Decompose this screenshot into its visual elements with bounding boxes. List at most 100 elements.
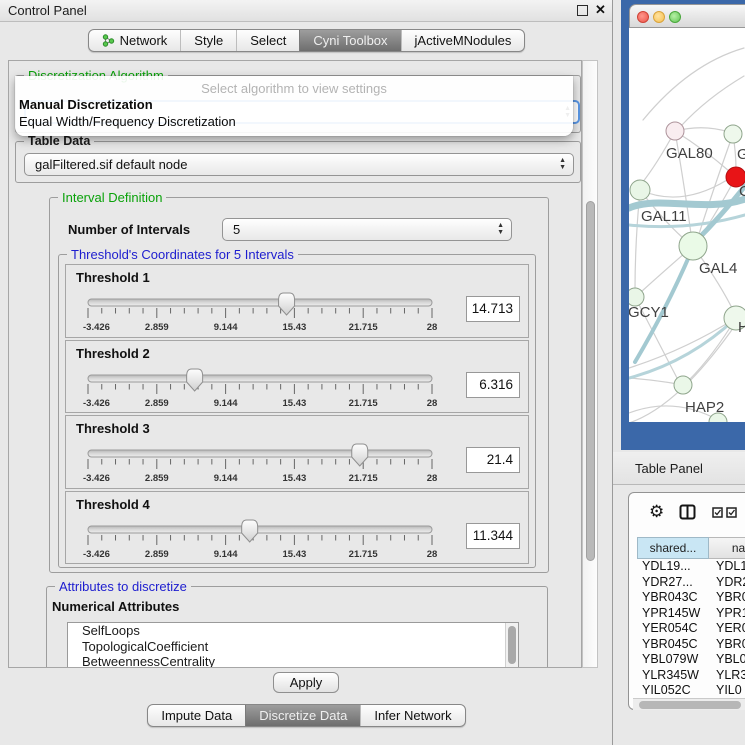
tab-style[interactable]: Style — [180, 30, 236, 51]
table-row[interactable]: YBR043CYBR0 — [637, 590, 745, 606]
threshold-value-box[interactable]: 14.713 — [466, 296, 520, 322]
bottom-tabs: Impute DataDiscretize DataInfer Network — [147, 704, 465, 727]
network-node-label: GAL80 — [666, 145, 713, 162]
slider-thumb[interactable] — [242, 520, 258, 542]
threshold-label: Threshold 1 — [76, 270, 150, 285]
tab-cyni-toolbox[interactable]: Cyni Toolbox — [299, 30, 400, 51]
table-data-combo[interactable]: galFiltered.sif default node ▲▼ — [24, 153, 574, 176]
svg-text:28: 28 — [427, 398, 438, 409]
algorithm-option-manual[interactable]: Manual Discretization — [15, 96, 573, 113]
slider-thumb[interactable] — [352, 444, 368, 466]
column-header-name[interactable]: na — [709, 537, 745, 559]
svg-text:2.859: 2.859 — [145, 322, 169, 333]
algorithm-option-equal-width[interactable]: Equal Width/Frequency Discretization — [15, 113, 573, 130]
svg-text:21.715: 21.715 — [349, 549, 379, 560]
top-tab-bar: Network Style SelectCyni ToolboxjActiveMNo… — [0, 29, 613, 52]
table-row[interactable]: YER054CYER0 — [637, 621, 745, 637]
network-node-label: HAP2 — [685, 399, 724, 416]
cell-name: YIL0 — [709, 683, 745, 699]
network-edge[interactable] — [697, 186, 745, 240]
split-view-icon[interactable] — [679, 504, 696, 525]
table-rows[interactable]: YDL19...YDL1YDR27...YDR2YBR043CYBR0YPR14… — [637, 559, 745, 699]
table-row[interactable]: YPR145WYPR1 — [637, 606, 745, 622]
apply-button[interactable]: Apply — [273, 672, 339, 693]
control-panel-titlebar: Control Panel ✕ — [0, 0, 612, 22]
network-view-canvas[interactable]: GAL80GCGAL11GAL4GCY1HHAP2 — [629, 28, 745, 422]
table-panel-titlebar: Table Panel — [613, 452, 745, 485]
tab-label: Style — [194, 33, 223, 48]
tab-label: Network — [120, 33, 168, 48]
cell-shared-name: YPR145W — [637, 606, 709, 622]
tab-jactivemnodules[interactable]: jActiveMNodules — [401, 30, 525, 51]
threshold-panel: Threshold 3-3.4262.8599.14415.4321.71528… — [65, 415, 529, 489]
tab-network[interactable]: Network — [89, 30, 181, 51]
network-node[interactable] — [724, 125, 742, 143]
combo-arrows-icon: ▲▼ — [559, 157, 566, 171]
attributes-scrollbar-thumb[interactable] — [508, 626, 516, 664]
cell-name: YDL1 — [709, 559, 745, 575]
network-node[interactable] — [630, 180, 650, 200]
settings-scrollbar-thumb[interactable] — [586, 201, 595, 561]
threshold-label: Threshold 4 — [76, 497, 150, 512]
tab-discretize-data[interactable]: Discretize Data — [245, 705, 360, 726]
algorithm-dropdown-popup: Select algorithm to view settings Manual… — [15, 76, 573, 136]
table-row[interactable]: YBL079WYBL0 — [637, 652, 745, 668]
network-node[interactable] — [674, 376, 692, 394]
svg-text:15.43: 15.43 — [283, 549, 307, 560]
combo-arrows-icon: ▲▼ — [497, 222, 504, 236]
attribute-list-item[interactable]: BetweennessCentrality — [68, 654, 518, 668]
table-row[interactable]: YLR345WYLR3 — [637, 668, 745, 684]
numerical-attributes-list[interactable]: SelfLoopsTopologicalCoefficientBetweenne… — [67, 622, 519, 668]
threshold-value-box[interactable]: 21.4 — [466, 447, 520, 473]
table-hscrollbar-thumb[interactable] — [639, 701, 741, 709]
cell-shared-name: YIL052C — [637, 683, 709, 699]
network-node[interactable] — [679, 232, 707, 260]
minimize-traffic-light-icon[interactable] — [653, 11, 665, 23]
table-hscrollbar[interactable] — [633, 698, 745, 710]
attributes-scrollbar[interactable] — [505, 623, 518, 668]
threshold-slider[interactable]: -3.4262.8599.14415.4321.71528 — [82, 291, 472, 335]
threshold-slider[interactable]: -3.4262.8599.14415.4321.71528 — [82, 442, 472, 486]
interval-definition-title: Interval Definition — [58, 190, 166, 205]
numerical-attributes-label: Numerical Attributes — [52, 599, 179, 614]
svg-text:15.43: 15.43 — [283, 473, 307, 484]
network-edge[interactable] — [643, 48, 744, 120]
threshold-value-box[interactable]: 6.316 — [466, 372, 520, 398]
gear-icon[interactable]: ⚙ — [649, 502, 664, 522]
column-checkboxes-icon[interactable] — [712, 507, 737, 518]
settings-scrollbar[interactable] — [582, 60, 598, 668]
network-node[interactable] — [666, 122, 684, 140]
network-window-titlebar[interactable] — [629, 4, 745, 28]
table-row[interactable]: YDR27...YDR2 — [637, 575, 745, 591]
cell-name: YER0 — [709, 621, 745, 637]
cell-shared-name: YBR043C — [637, 590, 709, 606]
threshold-slider[interactable]: -3.4262.8599.14415.4321.71528 — [82, 367, 472, 411]
svg-text:-3.426: -3.426 — [83, 322, 110, 333]
cell-name: YPR1 — [709, 606, 745, 622]
number-of-intervals-value: 5 — [233, 222, 240, 237]
svg-text:9.144: 9.144 — [214, 473, 238, 484]
zoom-traffic-light-icon[interactable] — [669, 11, 681, 23]
network-edge[interactable] — [681, 76, 744, 126]
close-traffic-light-icon[interactable] — [637, 11, 649, 23]
threshold-value-box[interactable]: 11.344 — [466, 523, 520, 549]
float-icon[interactable] — [577, 5, 588, 16]
close-icon[interactable]: ✕ — [595, 2, 606, 18]
table-row[interactable]: YIL052CYIL0 — [637, 683, 745, 699]
table-row[interactable]: YDL19...YDL1 — [637, 559, 745, 575]
tab-select[interactable]: Select — [236, 30, 299, 51]
table-row[interactable]: YBR045CYBR0 — [637, 637, 745, 653]
cell-name: YBL0 — [709, 652, 745, 668]
svg-text:21.715: 21.715 — [349, 398, 379, 409]
attribute-list-item[interactable]: SelfLoops — [68, 623, 518, 639]
attribute-list-item[interactable]: TopologicalCoefficient — [68, 639, 518, 655]
tab-infer-network[interactable]: Infer Network — [360, 705, 464, 726]
svg-text:9.144: 9.144 — [214, 322, 238, 333]
threshold-slider[interactable]: -3.4262.8599.14415.4321.71528 — [82, 518, 472, 562]
tab-impute-data[interactable]: Impute Data — [148, 705, 245, 726]
thresholds-group: Threshold's Coordinates for 5 Intervals … — [58, 254, 536, 568]
slider-thumb[interactable] — [187, 369, 203, 391]
cell-shared-name: YDL19... — [637, 559, 709, 575]
number-of-intervals-combo[interactable]: 5 ▲▼ — [222, 218, 512, 241]
column-header-shared-name[interactable]: shared... — [637, 537, 709, 559]
